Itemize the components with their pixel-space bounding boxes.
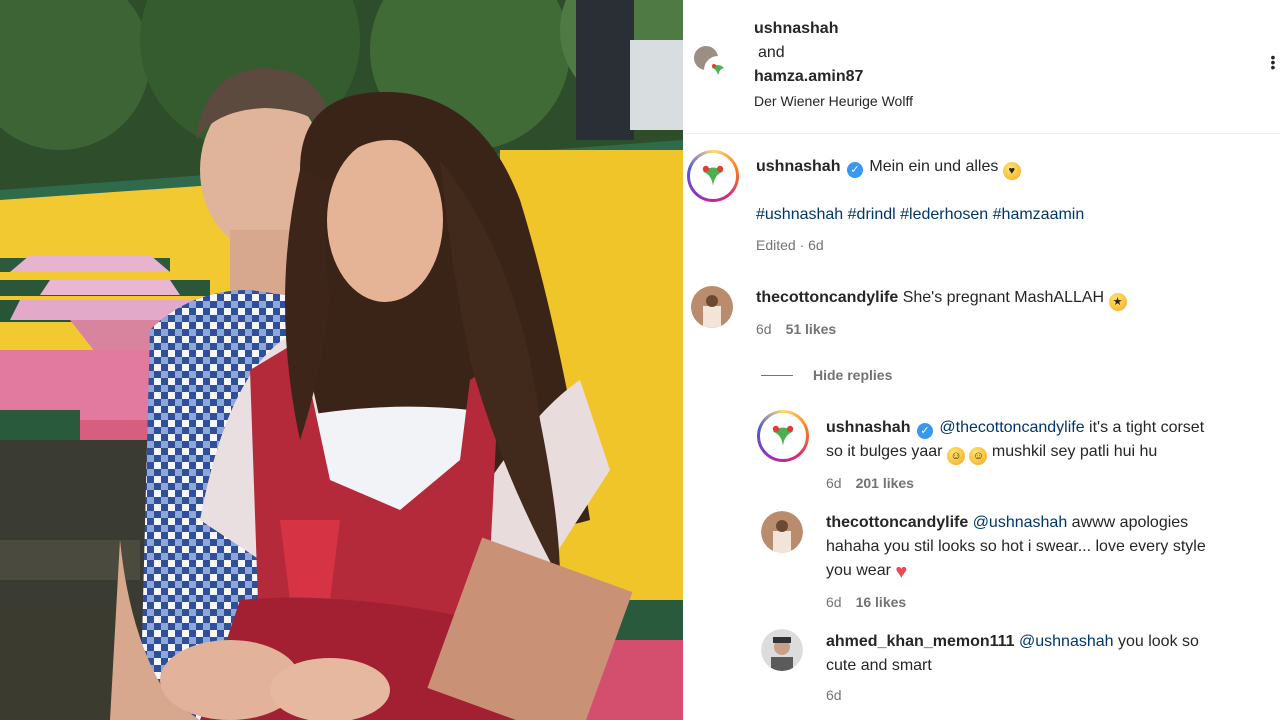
mention-link[interactable]: @thecottoncandylife (939, 419, 1084, 436)
reply-meta: 6d 201 likes (826, 475, 914, 491)
location-link[interactable]: Der Wiener Heurige Wolff (754, 93, 913, 109)
reply-meta: 6d 16 likes (826, 594, 906, 610)
caption-avatar[interactable] (687, 150, 739, 202)
reply-likes[interactable]: 201 likes (856, 475, 914, 491)
caption-line: ushnashah ✓ Mein ein und alles ♥ (756, 155, 1021, 180)
caption-text: Mein ein und alles (869, 158, 999, 175)
hashtag[interactable]: #lederhosen (900, 206, 988, 223)
reply-likes[interactable]: 16 likes (856, 594, 907, 610)
avatar[interactable] (704, 56, 732, 84)
hashtag[interactable]: #drindl (848, 206, 896, 223)
caption-hashtags: #ushnashah #drindl #lederhosen #hamzaami… (756, 203, 1084, 227)
collab-avatars[interactable] (692, 44, 736, 88)
reply-username[interactable]: ahmed_khan_memon111 (826, 633, 1015, 650)
hashtag[interactable]: #hamzaamin (993, 206, 1085, 223)
avatar[interactable] (761, 629, 803, 671)
reply-username[interactable]: ushnashah (826, 419, 910, 436)
more-options-icon[interactable]: • • • (1270, 50, 1276, 74)
reply-text-part: hahaha you stil looks so hot i swear... … (826, 538, 1206, 555)
reply-text: ahmed_khan_memon111 @ushnashah you look … (826, 630, 1266, 678)
avatar[interactable] (691, 286, 733, 328)
caption-meta: Edited · 6d (756, 237, 824, 253)
verified-badge-icon: ✓ (916, 423, 933, 439)
reply-text: ushnashah ✓ @thecottoncandylife it's a t… (826, 416, 1266, 465)
avatar[interactable] (761, 511, 803, 553)
comment-line: thecottoncandylife She's pregnant MashAL… (756, 286, 1127, 311)
grin-sweat-emoji-icon: ☺ (969, 447, 988, 465)
comment-text: She's pregnant MashALLAH (902, 289, 1105, 306)
red-heart-emoji-icon: ♥ (895, 561, 908, 583)
post-header: ushnashah and hamza.amin87 Der Wiener He… (683, 0, 1280, 134)
header-and: and (758, 44, 785, 61)
header-username-2[interactable]: hamza.amin87 (754, 68, 863, 86)
reply-time[interactable]: 6d (826, 594, 842, 610)
comment-meta: 6d 51 likes (756, 321, 836, 337)
reply-text-part: so it bulges yaar (826, 443, 943, 460)
verified-badge-icon: ✓ (846, 162, 863, 178)
reply-text-part: mushkil sey patli hui hu (991, 443, 1158, 460)
reply-meta: 6d (826, 687, 842, 703)
reply-text-part: you look so (1117, 633, 1199, 650)
star-eyes-emoji-icon: ★ (1108, 293, 1127, 311)
comment-username[interactable]: thecottoncandylife (756, 289, 898, 306)
hide-replies-button[interactable]: Hide replies (813, 367, 892, 383)
post-photo[interactable] (0, 0, 683, 720)
mention-link[interactable]: @ushnashah (1019, 633, 1114, 650)
smiling-hearts-emoji-icon: ♥ (1002, 162, 1021, 180)
post-side-panel: ushnashah and hamza.amin87 Der Wiener He… (683, 0, 1280, 720)
reply-text-part: you wear (826, 562, 891, 579)
logo-icon (702, 165, 724, 186)
header-username-1[interactable]: ushnashah (754, 20, 838, 38)
reply-text-part: cute and smart (826, 657, 932, 674)
hashtag[interactable]: #ushnashah (756, 206, 843, 223)
replies-divider (761, 375, 793, 376)
mention-link[interactable]: @ushnashah (973, 514, 1068, 531)
reply-text-part: awww apologies (1071, 514, 1189, 531)
reply-time[interactable]: 6d (826, 687, 842, 703)
comment-likes[interactable]: 51 likes (786, 321, 837, 337)
grin-sweat-emoji-icon: ☺ (946, 447, 965, 465)
reply-text: thecottoncandylife @ushnashah awww apolo… (826, 511, 1266, 584)
caption-username[interactable]: ushnashah (756, 158, 840, 175)
reply-text-part: it's a tight corset (1089, 419, 1205, 436)
comment-time[interactable]: 6d (756, 321, 772, 337)
reply-avatar[interactable] (757, 410, 809, 462)
reply-time[interactable]: 6d (826, 475, 842, 491)
reply-username[interactable]: thecottoncandylife (826, 514, 968, 531)
logo-icon (772, 425, 794, 446)
